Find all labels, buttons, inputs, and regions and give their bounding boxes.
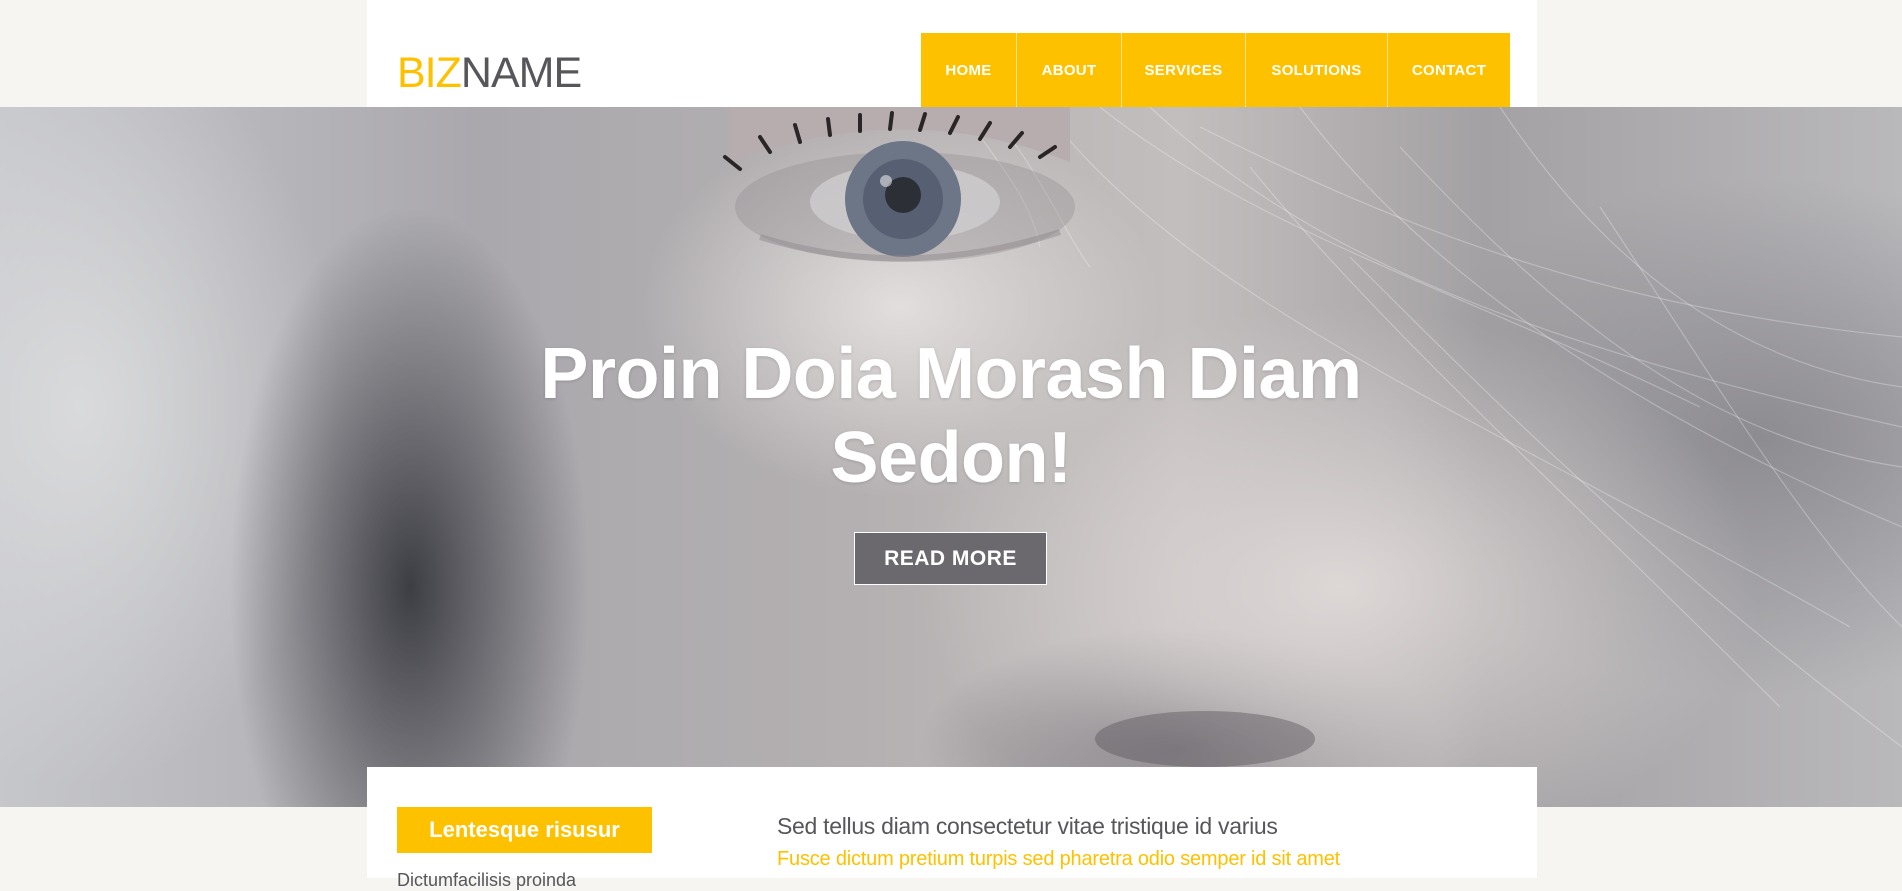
site-logo[interactable]: BIZNAME — [397, 48, 582, 98]
content-section: Lentesque risusur Dictumfacilisis proind… — [367, 767, 1537, 890]
nav-services[interactable]: SERVICES — [1121, 33, 1245, 107]
nav-contact[interactable]: CONTACT — [1387, 33, 1510, 107]
site-header: BIZNAME HOME ABOUT SERVICES SOLUTIONS CO… — [367, 0, 1537, 107]
hero-banner: Proin Doia Morash Diam Sedon! READ MORE — [0, 107, 1902, 807]
content-subheading[interactable]: Fusce dictum pretium turpis sed pharetra… — [777, 847, 1340, 871]
logo-biz: BIZ — [397, 49, 462, 97]
side-badge[interactable]: Lentesque risusur — [397, 807, 652, 853]
side-text: Dictumfacilisis proinda — [397, 870, 577, 890]
logo-name: NAME — [460, 49, 582, 97]
nav-about[interactable]: ABOUT — [1016, 33, 1121, 107]
main-nav: HOME ABOUT SERVICES SOLUTIONS CONTACT — [921, 33, 1510, 107]
hero-title-line2: Sedon! — [830, 418, 1072, 498]
hero-title-line1: Proin Doia Morash Diam — [540, 334, 1362, 414]
content-heading: Sed tellus diam consectetur vitae tristi… — [777, 813, 1278, 839]
hero-title: Proin Doia Morash Diam Sedon! — [500, 332, 1402, 500]
nav-solutions[interactable]: SOLUTIONS — [1245, 33, 1387, 107]
nav-home[interactable]: HOME — [921, 33, 1016, 107]
read-more-button[interactable]: READ MORE — [854, 532, 1047, 585]
